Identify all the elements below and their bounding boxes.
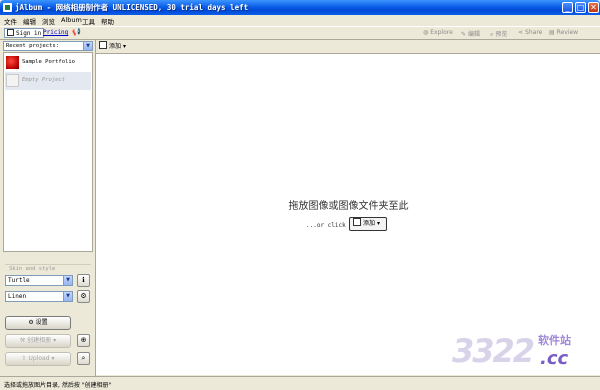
section-divider [5, 264, 91, 265]
chevron-down-icon: ▾ [376, 220, 380, 227]
project-thumbnail [6, 56, 19, 69]
gear-icon: ⚙ [80, 292, 87, 300]
watermark-number: 3322 [452, 332, 535, 370]
settings-button[interactable]: ⚙ 设置 [5, 316, 71, 330]
edit-label: 编辑 [468, 31, 481, 38]
share-label: Share [525, 29, 543, 36]
watermark-site: 软件站 [538, 334, 571, 347]
or-click-label: ...or click [306, 222, 346, 229]
skin-info-button[interactable]: ℹ [77, 274, 90, 287]
magnifier-icon: ⌕ [490, 31, 494, 38]
skin-style-label: Skin and style [9, 266, 56, 272]
style-settings-button[interactable]: ⚙ [77, 290, 90, 303]
drop-hint: 拖放图像或图像文件夹至此 [288, 201, 409, 212]
chevron-down-icon: ▾ [122, 43, 126, 50]
chevron-down-icon: ▾ [51, 355, 55, 362]
add-images-icon [353, 218, 361, 226]
search-button[interactable]: ⌕ [77, 352, 90, 365]
pencil-icon: ✎ [461, 31, 467, 38]
menu-edit[interactable]: 编辑 [23, 16, 36, 26]
chevron-down-icon[interactable]: ▼ [63, 292, 72, 301]
watermark: 3322 软件站 .cc [452, 328, 592, 378]
app-icon [3, 3, 12, 12]
add-menu-button[interactable]: 添加 ▾ [99, 41, 126, 52]
review-label: Review [556, 29, 579, 36]
skin-select[interactable]: Turtle ▼ [5, 275, 73, 286]
close-button[interactable]: ✕ [588, 2, 599, 13]
upload-button[interactable]: ⇧ Upload ▾ [5, 352, 71, 366]
title-bar: jAlbum - 网络相册制作者 UNLICENSED, 30 trial da… [0, 0, 600, 15]
project-thumbnail [6, 74, 19, 87]
gear-icon: ⚙ [28, 319, 34, 326]
status-bar: 选择或拖放图片目录, 然后按 "创建相册" [0, 376, 600, 390]
project-list: Sample Portfolio Empty Project [3, 52, 93, 252]
explore-label: Explore [430, 29, 453, 36]
menu-bar: 文件 编辑 浏览 Album 工具 帮助 [0, 15, 600, 26]
info-icon: ℹ [82, 276, 85, 284]
menu-album[interactable]: Album [61, 16, 82, 24]
add-button-label: 添加 [363, 220, 376, 227]
menu-view[interactable]: 浏览 [42, 16, 55, 26]
add-images-button[interactable]: 添加 ▾ [349, 217, 387, 231]
add-label: 添加 [109, 43, 122, 50]
settings-label: 设置 [35, 319, 48, 326]
toolbar: Sign in Pricing 📢 ◍ Explore ✎ 编辑 ⌕ 预览 ⋖ Shar… [0, 26, 600, 40]
menu-tools[interactable]: 工具 [82, 16, 95, 26]
pricing-link[interactable]: Pricing [43, 29, 68, 36]
globe-icon: ◍ [423, 29, 429, 36]
project-label: Empty Project [22, 77, 66, 83]
chevron-down-icon: ▾ [53, 337, 57, 344]
minimize-button[interactable]: _ [562, 2, 573, 13]
style-value: Linen [8, 293, 27, 300]
chevron-down-icon[interactable]: ▼ [63, 276, 72, 285]
project-label: Sample Portfolio [22, 59, 75, 65]
drop-area[interactable]: 拖放图像或图像文件夹至此 ...or click 添加 ▾ [96, 54, 600, 375]
share-button[interactable]: ⋖ Share [518, 29, 542, 36]
explore-button[interactable]: ◍ Explore [423, 29, 453, 36]
review-icon: ▤ [549, 29, 555, 36]
sign-in-button[interactable]: Sign in [4, 28, 45, 38]
project-item-empty-project[interactable]: Empty Project [5, 72, 91, 90]
main-toolbar: 添加 ▾ [96, 40, 600, 54]
review-button[interactable]: ▤ Review [549, 29, 578, 36]
megaphone-icon[interactable]: 📢 [72, 28, 81, 36]
chevron-down-icon[interactable]: ▼ [83, 42, 92, 50]
share-icon: ⋖ [518, 29, 524, 36]
sign-in-icon [7, 29, 14, 36]
preview-label: 预览 [495, 31, 508, 38]
style-select[interactable]: Linen ▼ [5, 291, 73, 302]
maximize-button[interactable]: □ [575, 2, 586, 13]
watermark-tld: .cc [540, 348, 569, 369]
make-album-label: 创建相册 [27, 337, 52, 344]
preview-button[interactable]: ⌕ 预览 [490, 29, 507, 39]
zoom-preview-button[interactable]: ⊕ [77, 334, 90, 347]
hammer-icon: ⚒ [19, 337, 26, 344]
window-title: jAlbum - 网络相册制作者 UNLICENSED, 30 trial da… [15, 3, 249, 12]
project-item-sample-portfolio[interactable]: Sample Portfolio [5, 54, 91, 72]
search-icon: ⌕ [81, 354, 86, 362]
upload-label: Upload [28, 355, 50, 362]
menu-help[interactable]: 帮助 [101, 16, 114, 26]
make-album-button[interactable]: ⚒ 创建相册 ▾ [5, 334, 71, 348]
recent-projects-select[interactable]: Recent projects: ▼ [3, 41, 93, 51]
left-panel: Recent projects: ▼ Sample Portfolio Empt… [0, 40, 96, 376]
edit-button[interactable]: ✎ 编辑 [461, 29, 480, 38]
zoom-icon: ⊕ [80, 336, 87, 344]
recent-projects-label: Recent projects: [6, 43, 59, 49]
add-images-icon [99, 41, 107, 49]
upload-icon: ⇧ [21, 355, 27, 362]
status-text: 选择或拖放图片目录, 然后按 "创建相册" [4, 382, 112, 389]
sign-in-label: Sign in [16, 30, 42, 37]
skin-value: Turtle [8, 277, 30, 284]
menu-file[interactable]: 文件 [4, 16, 17, 26]
